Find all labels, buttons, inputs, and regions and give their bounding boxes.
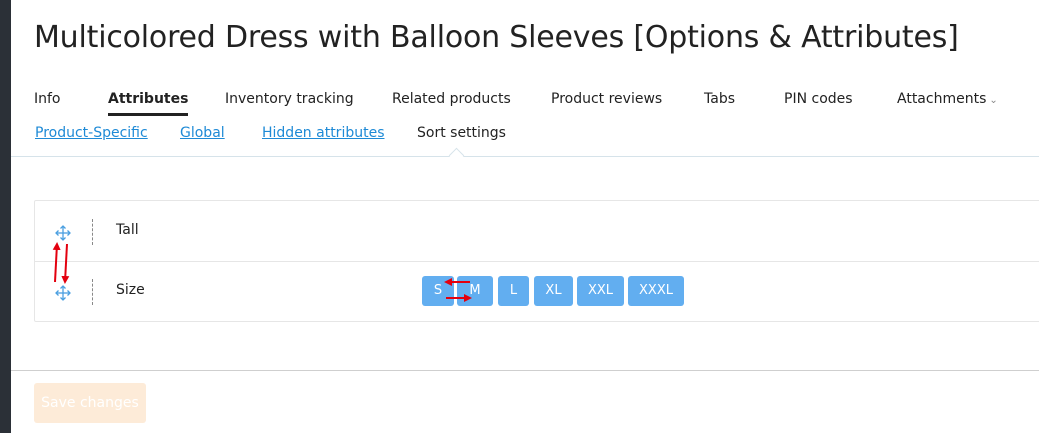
tab-info[interactable]: Info	[34, 91, 61, 107]
subtab-hidden-attributes[interactable]: Hidden attributes	[262, 125, 385, 141]
variant-chip-xxxl[interactable]: XXXL	[628, 276, 684, 306]
tab-attributes[interactable]: Attributes	[108, 91, 189, 116]
move-handle-icon[interactable]	[54, 224, 72, 242]
page-title: Multicolored Dress with Balloon Sleeves …	[34, 20, 959, 55]
tab-related-products[interactable]: Related products	[392, 91, 511, 107]
row-divider	[92, 279, 93, 305]
variant-chip-l[interactable]: L	[498, 276, 529, 306]
row-divider	[92, 219, 93, 245]
save-changes-button[interactable]: Save changes	[34, 383, 146, 423]
tab-tabs[interactable]: Tabs	[704, 91, 735, 107]
move-handle-icon[interactable]	[54, 284, 72, 302]
subtabs-divider	[11, 156, 1039, 157]
footer-divider	[11, 370, 1039, 371]
tab-attachments-label: Attachments	[897, 91, 987, 107]
attribute-name: Size	[116, 282, 145, 298]
tab-inventory-tracking[interactable]: Inventory tracking	[225, 91, 354, 107]
tab-attachments[interactable]: Attachments ⌄	[897, 91, 998, 107]
attribute-row-size[interactable]: Size S M L XL XXL XXXL	[35, 261, 1039, 321]
attribute-name: Tall	[116, 222, 139, 238]
tab-product-reviews[interactable]: Product reviews	[551, 91, 662, 107]
subtab-product-specific[interactable]: Product-Specific	[35, 125, 148, 141]
chevron-down-icon: ⌄	[989, 95, 998, 106]
tab-pin-codes[interactable]: PIN codes	[784, 91, 853, 107]
variant-chip-m[interactable]: M	[457, 276, 493, 306]
active-subtab-pointer	[448, 147, 465, 164]
subtab-sort-settings[interactable]: Sort settings	[417, 125, 506, 141]
sort-attributes-list: Tall Size S M L XL XXL XXXL	[34, 200, 1039, 322]
subtab-global[interactable]: Global	[180, 125, 225, 141]
attribute-row-tall[interactable]: Tall	[35, 201, 1039, 262]
variant-chip-s[interactable]: S	[422, 276, 454, 306]
left-sidebar-strip	[0, 0, 11, 433]
variant-chip-xxl[interactable]: XXL	[577, 276, 624, 306]
variant-chip-xl[interactable]: XL	[534, 276, 573, 306]
